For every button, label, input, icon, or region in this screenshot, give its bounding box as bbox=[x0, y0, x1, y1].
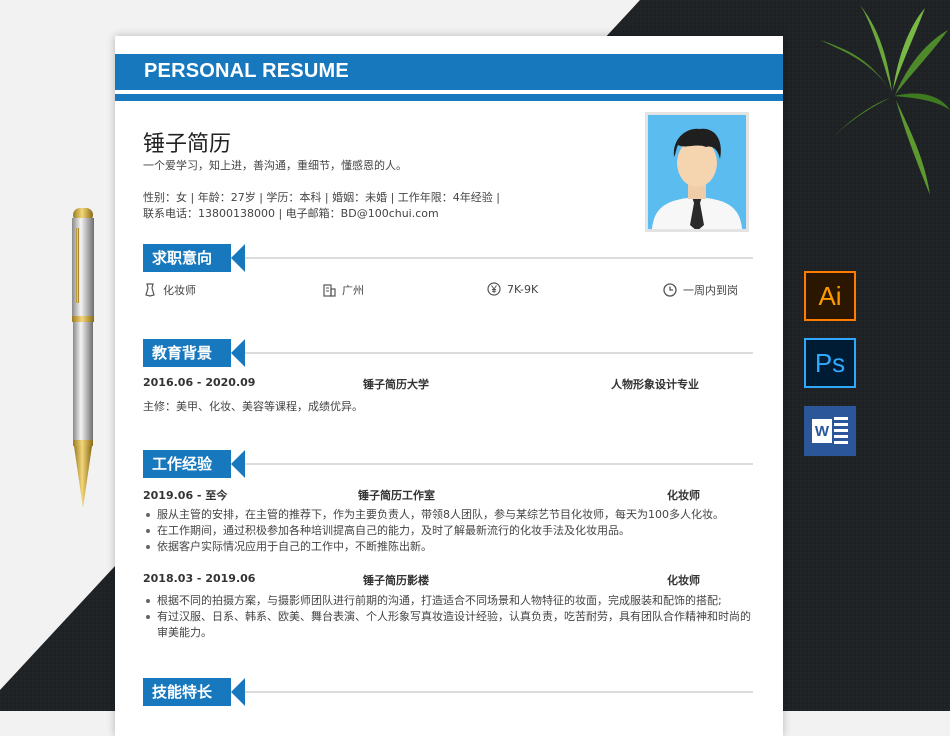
work-2-duty: 有过汉服、日系、韩系、欧美、舞台表演、个人形象写真妆造设计经验，认真负责，吃苦耐… bbox=[143, 609, 755, 641]
job-position: 化妆师 bbox=[143, 282, 196, 298]
section-arrow bbox=[231, 678, 245, 706]
section-title-work: 工作经验 bbox=[143, 450, 231, 478]
education-period: 2016.06 - 2020.09 bbox=[143, 376, 256, 389]
photoshop-icon-label: Ps bbox=[814, 347, 846, 378]
job-salary: 7K-9K bbox=[487, 282, 538, 296]
banner-title: PERSONAL RESUME bbox=[144, 60, 349, 82]
work-1-role: 化妆师 bbox=[667, 489, 700, 502]
education-courses: 主修：美甲、化妆、美容等课程，成绩优异。 bbox=[143, 400, 363, 413]
job-salary-value: 7K-9K bbox=[507, 282, 539, 296]
education-major: 人物形象设计专业 bbox=[611, 378, 699, 391]
resume-name: 锤子简历 bbox=[143, 132, 232, 157]
personal-info-line-2: 联系电话：13800138000 | 电子邮箱：BD@100chui.com bbox=[143, 207, 439, 220]
photoshop-icon: Ps bbox=[804, 338, 856, 388]
education-school: 锤子简历大学 bbox=[363, 378, 429, 391]
word-icon: W bbox=[804, 406, 856, 456]
illustrator-icon: Ai bbox=[804, 271, 856, 321]
job-availability-value: 一周内到岗 bbox=[683, 284, 738, 297]
work-2-period: 2018.03 - 2019.06 bbox=[143, 572, 256, 585]
personal-info-line-1: 性别：女 | 年龄：27岁 | 学历：本科 | 婚姻：未婚 | 工作年限：4年经… bbox=[143, 191, 500, 204]
section-divider bbox=[245, 463, 753, 465]
work-1-period: 2019.06 - 至今 bbox=[143, 489, 228, 502]
section-arrow bbox=[231, 244, 245, 272]
work-1-duties: 服从主管的安排，在主管的推荐下，作为主要负责人，带领8人团队，参与某综艺节目化妆… bbox=[143, 507, 755, 555]
section-arrow bbox=[231, 450, 245, 478]
section-arrow bbox=[231, 339, 245, 367]
word-icon-label: W bbox=[812, 419, 832, 443]
profile-photo bbox=[645, 112, 749, 232]
yen-icon bbox=[487, 282, 501, 296]
resume-motto: 一个爱学习，知上进，善沟通，重细节，懂感恩的人。 bbox=[143, 159, 407, 172]
resume-banner: PERSONAL RESUME bbox=[115, 54, 783, 90]
work-1-duty: 依据客户实际情况应用于自己的工作中，不断推陈出新。 bbox=[143, 539, 755, 555]
clock-icon bbox=[663, 283, 677, 297]
section-title-job: 求职意向 bbox=[143, 244, 231, 272]
work-2-duties: 根据不同的拍摄方案，与摄影师团队进行前期的沟通，打造适合不同场景和人物特征的妆面… bbox=[143, 593, 755, 641]
illustrator-icon-label: Ai bbox=[818, 280, 842, 311]
section-title-skills: 技能特长 bbox=[143, 678, 231, 706]
section-divider bbox=[245, 352, 753, 354]
work-1-duty: 在工作期间，通过积极参加各种培训提高自己的能力，及时了解最新流行的化妆手法及化妆… bbox=[143, 523, 755, 539]
section-header-education: 教育背景 bbox=[143, 339, 753, 367]
section-divider bbox=[245, 257, 753, 259]
banner-divider bbox=[115, 94, 783, 101]
work-1-company: 锤子简历工作室 bbox=[358, 489, 435, 502]
section-header-job: 求职意向 bbox=[143, 244, 753, 272]
job-availability: 一周内到岗 bbox=[663, 282, 738, 298]
section-header-work: 工作经验 bbox=[143, 450, 753, 478]
section-divider bbox=[245, 691, 753, 693]
resume-paper: PERSONAL RESUME 锤子简历 一个爱学习，知上进，善沟通，重细节，懂… bbox=[115, 36, 783, 736]
section-header-skills: 技能特长 bbox=[143, 678, 753, 706]
work-2-role: 化妆师 bbox=[667, 574, 700, 587]
position-icon bbox=[145, 283, 155, 297]
job-city: 广州 bbox=[322, 282, 364, 298]
job-city-value: 广州 bbox=[342, 284, 364, 297]
work-2-company: 锤子简历影楼 bbox=[363, 574, 429, 587]
plant-decoration bbox=[820, 5, 950, 195]
building-icon bbox=[323, 284, 336, 297]
pen-decoration bbox=[72, 208, 94, 508]
work-1-duty: 服从主管的安排，在主管的推荐下，作为主要负责人，带领8人团队，参与某综艺节目化妆… bbox=[143, 507, 755, 523]
job-position-value: 化妆师 bbox=[163, 284, 196, 297]
work-2-duty: 根据不同的拍摄方案，与摄影师团队进行前期的沟通，打造适合不同场景和人物特征的妆面… bbox=[143, 593, 755, 609]
section-title-education: 教育背景 bbox=[143, 339, 231, 367]
